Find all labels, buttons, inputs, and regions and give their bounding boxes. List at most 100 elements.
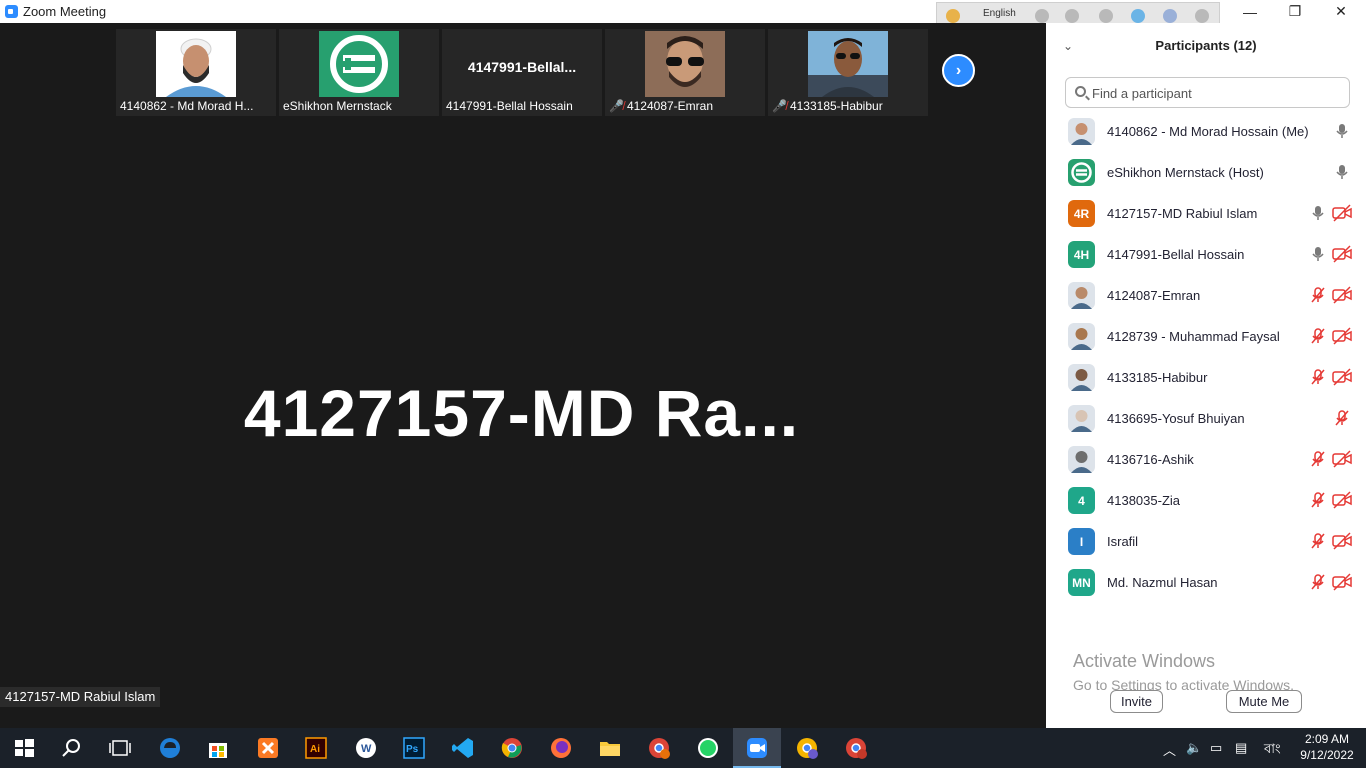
participant-row[interactable]: 4140862 - Md Morad Hossain (Me)	[1046, 111, 1366, 152]
language-label[interactable]: English	[983, 8, 1016, 19]
participant-list: 4140862 - Md Morad Hossain (Me) eShikhon …	[1046, 111, 1366, 603]
watermark-title: Activate Windows	[1073, 651, 1216, 671]
video-thumbnail[interactable]: 4147991-Bellal... 4147991-Bellal Hossain	[442, 29, 602, 116]
mic-icon[interactable]	[1333, 163, 1351, 181]
participant-name: 4147991-Bellal Hossain	[1107, 247, 1245, 262]
mic-muted-icon[interactable]	[1309, 368, 1327, 386]
avatar-photo	[1068, 118, 1095, 145]
video-off-icon[interactable]	[1332, 204, 1352, 222]
clock-date: 9/12/2022	[1300, 748, 1354, 762]
participant-name: Israfil	[1107, 534, 1139, 549]
search-icon[interactable]	[60, 736, 84, 760]
video-off-icon[interactable]	[1332, 245, 1352, 263]
invite-button[interactable]: Invite	[1110, 690, 1163, 713]
photoshop-icon[interactable]: Ps	[402, 736, 426, 760]
mic-muted-icon[interactable]	[1309, 286, 1327, 304]
chess-icon[interactable]	[1065, 9, 1079, 23]
thumbnail-label: 🎤̸ 4133185-Habibur	[772, 99, 883, 113]
video-thumbnail[interactable]: 🎤̸ 4133185-Habibur	[768, 29, 928, 116]
browser-icon[interactable]	[1131, 9, 1145, 23]
participants-panel: ⌄ Participants (12) 4140862 - Md Morad H…	[1046, 23, 1366, 728]
video-off-icon[interactable]	[1332, 450, 1352, 468]
mic-muted-icon[interactable]	[1309, 532, 1327, 550]
avatar-initials: 4R	[1068, 200, 1095, 227]
video-off-icon[interactable]	[1332, 491, 1352, 509]
video-off-icon[interactable]	[1332, 327, 1352, 345]
zoom-icon[interactable]	[745, 736, 769, 760]
activate-windows-watermark: Activate Windows Go to Settings to activ…	[1073, 651, 1294, 693]
participant-name: 4133185-Habibur	[1107, 370, 1208, 385]
task-view-icon[interactable]	[108, 736, 132, 760]
mic-muted-icon[interactable]	[1333, 409, 1351, 427]
video-off-icon[interactable]	[1332, 573, 1352, 591]
avatar-initials: 4	[1068, 487, 1095, 514]
system-clock[interactable]: 2:09 AM 9/12/2022	[1296, 731, 1358, 763]
whatsapp-icon[interactable]	[696, 736, 720, 760]
power-icon[interactable]	[1195, 9, 1209, 23]
mic-muted-icon[interactable]	[1309, 573, 1327, 591]
mic-icon[interactable]	[1333, 122, 1351, 140]
notification-icon[interactable]: ▤	[1235, 740, 1247, 756]
mic-muted-icon[interactable]	[1309, 491, 1327, 509]
participant-row[interactable]: 4136695-Yosuf Bhuiyan	[1046, 398, 1366, 439]
restore-button[interactable]: ❐	[1272, 0, 1318, 23]
participant-row[interactable]: I Israfil	[1046, 521, 1366, 562]
participants-title: Participants (12)	[1155, 38, 1257, 53]
chevron-up-icon[interactable]: ︿	[1163, 740, 1176, 759]
video-off-icon[interactable]	[1332, 368, 1352, 386]
close-button[interactable]: ✕	[1318, 0, 1364, 23]
network-icon[interactable]: ▭	[1210, 740, 1222, 756]
minimize-button[interactable]: —	[1227, 0, 1273, 23]
avatar-photo	[1068, 405, 1095, 432]
participant-row[interactable]: 4H 4147991-Bellal Hossain	[1046, 234, 1366, 275]
edge-icon[interactable]	[158, 736, 182, 760]
participant-row[interactable]: 4133185-Habibur	[1046, 357, 1366, 398]
video-off-icon[interactable]	[1332, 532, 1352, 550]
search-icon	[1075, 86, 1086, 97]
input-language[interactable]: বাং	[1264, 740, 1281, 761]
participant-row[interactable]: 4128739 - Muhammad Faysal	[1046, 316, 1366, 357]
participant-row[interactable]: 4 4138035-Zia	[1046, 480, 1366, 521]
keyboard-icon[interactable]	[1035, 9, 1049, 23]
start-icon[interactable]	[12, 736, 36, 760]
video-thumbnail[interactable]: 4140862 - Md Morad H...	[116, 29, 276, 116]
search-input[interactable]	[1092, 83, 1342, 103]
participant-row[interactable]: MN Md. Nazmul Hasan	[1046, 562, 1366, 603]
xampp-icon[interactable]	[256, 736, 280, 760]
store-icon[interactable]	[206, 736, 230, 760]
video-thumbnail[interactable]: eShikhon Mernstack	[279, 29, 439, 116]
word-app-icon[interactable]: W	[354, 736, 378, 760]
participant-name: 4136695-Yosuf Bhuiyan	[1107, 411, 1245, 426]
next-page-button[interactable]: ›	[942, 54, 975, 87]
illustrator-icon[interactable]: Ai	[304, 736, 328, 760]
eshikhon-logo-icon	[319, 31, 399, 97]
video-thumbnail[interactable]: 🎤̸ 4124087-Emran	[605, 29, 765, 116]
volume-icon[interactable]: 🔈	[1186, 740, 1202, 756]
chrome-profile-icon[interactable]	[795, 736, 819, 760]
mic-icon[interactable]	[1309, 204, 1327, 222]
help-icon[interactable]	[1163, 9, 1177, 23]
participant-row[interactable]: eShikhon Mernstack (Host)	[1046, 152, 1366, 193]
chrome-profile-icon[interactable]	[844, 736, 868, 760]
mute-me-button[interactable]: Mute Me	[1226, 690, 1302, 713]
participant-row[interactable]: 4136716-Ashik	[1046, 439, 1366, 480]
gear-icon[interactable]	[1099, 9, 1113, 23]
video-off-icon[interactable]	[1332, 286, 1352, 304]
vscode-icon[interactable]	[451, 736, 475, 760]
firefox-icon[interactable]	[549, 736, 573, 760]
mic-muted-icon[interactable]	[1309, 450, 1327, 468]
svg-text:Ps: Ps	[406, 744, 419, 755]
mic-muted-icon[interactable]	[1309, 327, 1327, 345]
participant-row[interactable]: 4R 4127157-MD Rabiul Islam	[1046, 193, 1366, 234]
participant-search[interactable]	[1065, 77, 1350, 108]
mic-icon[interactable]	[1309, 245, 1327, 263]
file-explorer-icon[interactable]	[598, 736, 622, 760]
chrome-icon[interactable]	[500, 736, 524, 760]
chrome-profile-icon[interactable]	[647, 736, 671, 760]
zoom-app-icon	[5, 5, 18, 18]
participant-photo	[156, 31, 236, 97]
participant-row[interactable]: 4124087-Emran	[1046, 275, 1366, 316]
participant-photo	[645, 31, 725, 97]
thumbnail-label: 4140862 - Md Morad H...	[120, 99, 254, 113]
active-speaker-name: 4127157-MD Ra...	[243, 376, 800, 450]
